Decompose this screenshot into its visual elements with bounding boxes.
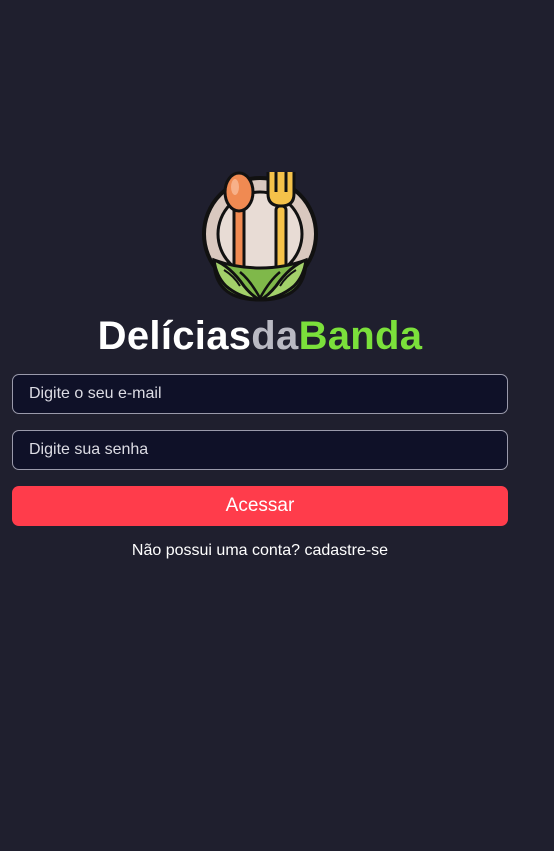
brand-title-part-3: Banda [298, 314, 423, 358]
login-button[interactable]: Acessar [12, 486, 508, 526]
brand-title-part-2: da [251, 314, 299, 358]
password-field[interactable] [12, 430, 508, 470]
plate-spoon-fork-leaves-icon [202, 171, 318, 302]
email-field[interactable] [12, 374, 508, 414]
signup-prompt-text: Não possui uma conta? [131, 542, 301, 559]
signup-prompt: Não possui uma conta? cadastre-se [0, 541, 520, 561]
signup-link[interactable]: cadastre-se [304, 542, 388, 559]
brand-title-part-1: Delícias [97, 314, 252, 358]
login-page: DelíciasdaBanda Acessar Não possui uma c… [0, 0, 554, 851]
brand-title: DelíciasdaBanda [0, 312, 520, 360]
